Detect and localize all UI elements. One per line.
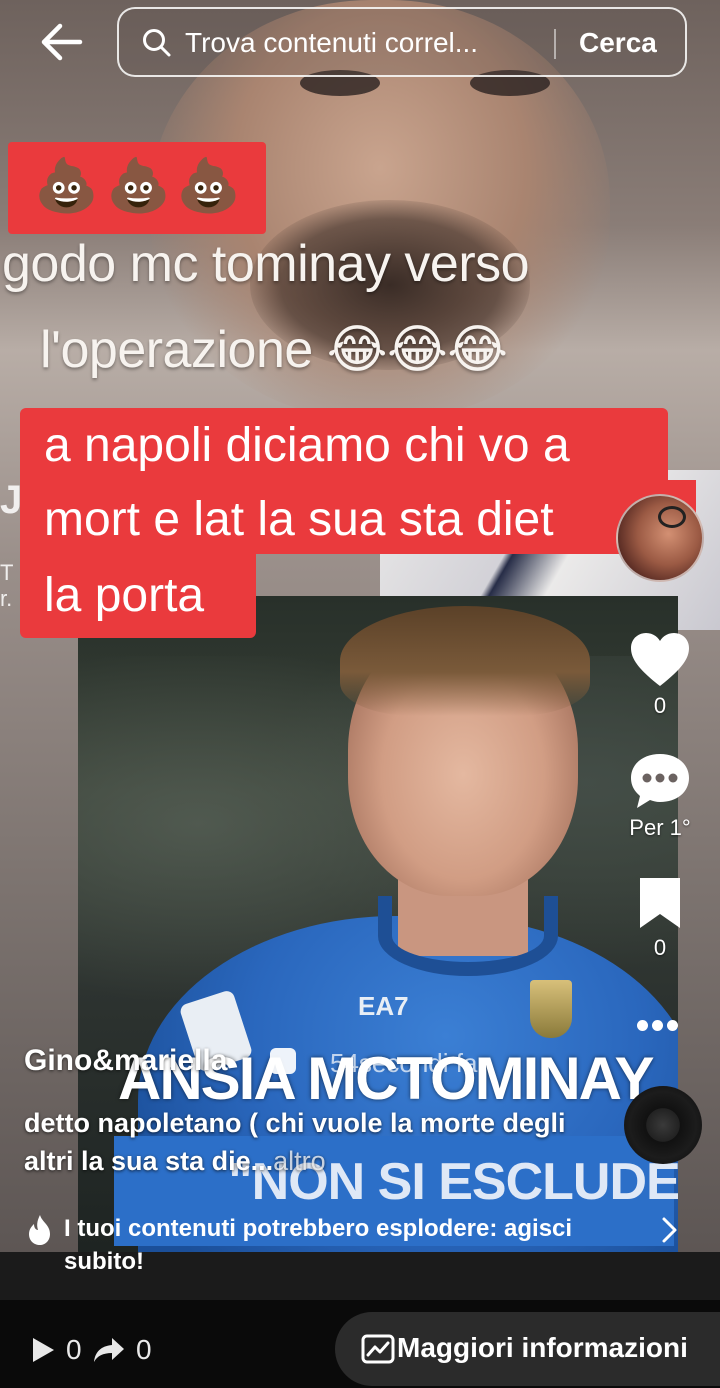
post-time: 54secondi fa	[330, 1048, 478, 1078]
flame-icon	[29, 1215, 50, 1245]
dot-icon	[667, 1020, 678, 1031]
share-arrow-icon	[94, 1338, 124, 1362]
poop-emoji: 💩	[34, 157, 99, 215]
author-badge-icon	[270, 1048, 296, 1074]
watermark-fragment-small: Tr.	[0, 560, 14, 611]
caption-line-2: l'operazione 😂😂😂	[40, 321, 508, 379]
play-icon	[33, 1338, 54, 1362]
search-divider	[554, 29, 556, 59]
comment-label: Per 1°	[629, 815, 691, 840]
bookmark-icon	[640, 878, 680, 928]
post-description[interactable]: detto napoletano ( chi vuole la morte de…	[24, 1104, 614, 1180]
red-caption-line-3: la porta	[44, 569, 205, 622]
search-input[interactable]: Trova contenuti correl...	[185, 27, 478, 59]
comment-bubble-icon	[631, 754, 689, 808]
dot-icon	[652, 1020, 663, 1031]
search-button[interactable]: Cerca	[579, 27, 657, 59]
more-info-label: Maggiori informazioni	[397, 1332, 688, 1363]
player-hair	[340, 606, 590, 716]
save-button[interactable]: 0	[615, 876, 705, 961]
promo-text: I tuoi contenuti potrebbero esplodere: a…	[64, 1215, 573, 1275]
more-options-button[interactable]	[637, 1018, 683, 1031]
red-caption-line-2: mort e lat la sua sta diet	[44, 493, 554, 546]
emoji-caption-box: 💩 💩 💩	[8, 142, 266, 234]
poop-emoji: 💩	[106, 157, 171, 215]
views-count: 0	[66, 1334, 82, 1365]
search-icon	[143, 29, 171, 57]
caption-line-1: godo mc tominay verso	[2, 235, 530, 293]
analytics-chart-icon	[361, 1334, 395, 1364]
avatar-glasses	[658, 506, 686, 528]
save-count: 0	[653, 935, 667, 960]
like-count: 0	[653, 693, 667, 718]
dot-icon	[637, 1020, 648, 1031]
back-button[interactable]	[36, 18, 88, 66]
heart-icon	[631, 633, 689, 686]
like-button[interactable]: 0	[615, 632, 705, 719]
comment-button[interactable]: Per 1°	[615, 752, 705, 841]
watermark-fragment: J	[0, 478, 23, 522]
red-caption-line-1: a napoli diciamo chi vo a	[44, 419, 570, 472]
jersey-brand: EA7	[358, 991, 409, 1021]
author-name[interactable]: Gino&mariella	[24, 1044, 227, 1078]
player-collar	[378, 896, 558, 976]
promo-banner[interactable]: I tuoi contenuti potrebbero esplodere: a…	[0, 1200, 720, 1300]
author-avatar[interactable]	[616, 494, 704, 582]
search-bar[interactable]: Trova contenuti correl... Cerca	[117, 7, 687, 77]
chevron-right-icon	[662, 1217, 677, 1243]
more-info-button[interactable]: Maggiori informazioni	[335, 1312, 720, 1386]
music-disc[interactable]	[624, 1086, 702, 1164]
jersey-badge	[530, 980, 572, 1038]
poop-emoji: 💩	[176, 157, 241, 215]
arrow-left-icon	[41, 23, 83, 61]
more-link[interactable]: altro	[273, 1146, 326, 1176]
shares-count: 0	[136, 1334, 152, 1365]
